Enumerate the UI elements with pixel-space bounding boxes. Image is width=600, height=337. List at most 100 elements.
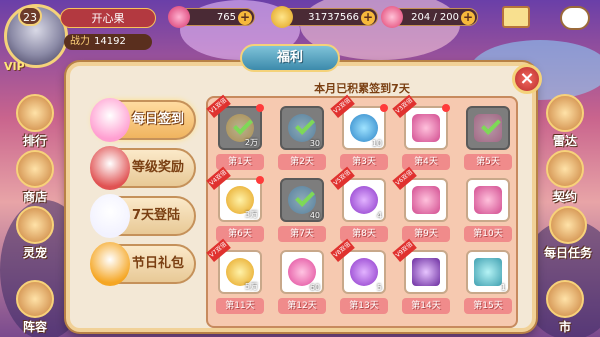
add-stamina-button[interactable]: +	[461, 11, 475, 25]
signin-day-cell[interactable]: 第10天	[460, 176, 516, 242]
pet-icon	[16, 206, 54, 244]
purple-reward-icon	[350, 258, 378, 286]
tab-1[interactable]: 每日签到	[90, 98, 196, 142]
reward-qty: 60	[309, 283, 320, 292]
signin-day-cell[interactable]: 5万 V7双倍 第11天	[206, 238, 268, 314]
vip-badge[interactable]: VIP	[4, 60, 25, 73]
reward-qty: 5	[376, 283, 382, 292]
fairy-girl-icon	[90, 98, 130, 142]
lineup-icon	[16, 280, 54, 318]
notification-dot	[256, 104, 264, 112]
side-label: 契约	[552, 190, 577, 204]
side-ranking[interactable]: 排行	[10, 94, 60, 149]
side-lineup[interactable]: 阵容	[10, 280, 60, 335]
signin-day-cell[interactable]: 4 V5双倍 第8天	[330, 166, 392, 242]
add-coins-button[interactable]: +	[361, 11, 375, 25]
side-daily-tasks[interactable]: 每日任务	[538, 206, 598, 261]
reward-slot: 30	[280, 106, 324, 150]
candy-reward-icon	[350, 114, 378, 142]
signin-grid: 2万 V1双倍 第1天 30 第2天 10 V2双倍 第3天 V3双倍 第4天 第5天 3万 V4双倍第…	[206, 94, 512, 314]
teal-reward-icon	[474, 258, 502, 286]
reward-qty: 1	[500, 283, 506, 292]
reward-slot: 10	[342, 106, 386, 150]
signin-day-cell[interactable]: 2万 V1双倍 第1天	[206, 94, 268, 170]
day-label: 第11天	[216, 298, 264, 314]
signin-day-cell[interactable]: V9双倍 第14天	[392, 238, 454, 314]
day-label: 第14天	[402, 298, 450, 314]
stamina-value: 204 / 200	[411, 12, 459, 23]
gem-counter: 765 +	[168, 6, 255, 28]
coin-value: 31737566	[308, 12, 359, 23]
signin-day-cell[interactable]: 3万 V4双倍 第6天	[206, 166, 268, 242]
power-display: 战力 14192	[64, 34, 152, 50]
side-label: 商店	[22, 190, 47, 204]
side-label: 灵宠	[22, 246, 47, 260]
mail-icon[interactable]	[502, 6, 530, 28]
gem-icon	[168, 6, 190, 28]
signin-day-cell[interactable]: 1 第15天	[460, 248, 516, 314]
side-label: 排行	[22, 134, 47, 148]
reward-slot: 1	[466, 250, 510, 294]
side-radar[interactable]: 雷达	[540, 94, 590, 149]
chat-icon[interactable]	[560, 6, 590, 30]
side-market[interactable]: 市	[540, 280, 590, 335]
red-hair-girl-icon	[90, 146, 130, 190]
reward-tabs: 每日签到等级奖励 7天登陆节日礼包	[90, 98, 196, 292]
reward-qty: 2万	[244, 138, 258, 147]
contract-icon	[546, 150, 584, 188]
trophy-icon	[16, 94, 54, 132]
chair-reward-icon	[474, 186, 502, 214]
day-label: 第5天	[464, 154, 512, 170]
reward-qty: 4	[376, 211, 382, 220]
side-label: 每日任务	[543, 246, 592, 260]
power-value: 14192	[94, 36, 126, 47]
reward-slot	[466, 106, 510, 150]
radar-icon	[546, 94, 584, 132]
tab-2[interactable]: 等级奖励	[90, 146, 196, 190]
tab-label: 节日礼包	[132, 256, 185, 271]
day-label: 第7天	[278, 226, 326, 242]
signin-day-cell[interactable]: 60 第12天	[274, 248, 330, 314]
side-shop[interactable]: 商店	[10, 150, 60, 205]
reward-slot	[404, 106, 448, 150]
side-label: 阵容	[22, 320, 47, 334]
signin-day-cell[interactable]: 第5天	[460, 104, 516, 170]
signin-day-cell[interactable]: V6双倍 第9天	[392, 166, 454, 242]
signin-day-cell[interactable]: V3双倍 第4天	[392, 94, 454, 170]
chair-reward-icon	[412, 186, 440, 214]
reward-qty: 10	[371, 139, 382, 148]
side-label: 雷达	[552, 134, 577, 148]
shop-icon	[16, 150, 54, 188]
month-summary: 本月已积累签到7天	[314, 82, 410, 95]
tab-4[interactable]: 节日礼包	[90, 242, 196, 286]
reward-qty: 40	[309, 211, 320, 220]
signin-day-cell[interactable]: 10 V2双倍 第3天	[330, 94, 392, 170]
tab-label: 每日签到	[132, 112, 185, 127]
signin-day-cell[interactable]: 30 第2天	[274, 104, 330, 170]
notification-dot	[256, 176, 264, 184]
player-name: 开心果	[60, 8, 156, 28]
day-label: 第13天	[340, 298, 388, 314]
reward-slot: 5	[342, 250, 386, 294]
gem-value: 765	[216, 12, 236, 23]
reward-qty: 5万	[244, 282, 258, 291]
side-label: 市	[558, 320, 571, 334]
tab-3[interactable]: 7天登陆	[90, 194, 196, 238]
signin-day-cell[interactable]: 5 V8双倍 第13天	[330, 238, 392, 314]
level-badge: 23	[18, 6, 42, 26]
reward-slot: 3万	[218, 178, 262, 222]
add-gems-button[interactable]: +	[238, 11, 252, 25]
side-contract[interactable]: 契约	[540, 150, 590, 205]
coin-counter: 31737566 +	[271, 6, 378, 28]
day-label: 第15天	[464, 298, 512, 314]
reward-slot: 40	[280, 178, 324, 222]
heart-icon	[381, 6, 403, 28]
tab-label: 等级奖励	[132, 160, 185, 175]
heart-reward-icon	[288, 258, 316, 286]
frame-reward-icon	[412, 258, 440, 286]
reward-slot: 4	[342, 178, 386, 222]
day-label: 第12天	[278, 298, 326, 314]
side-pet[interactable]: 灵宠	[10, 206, 60, 261]
reward-slot	[466, 178, 510, 222]
signin-day-cell[interactable]: 40 第7天	[274, 176, 330, 242]
